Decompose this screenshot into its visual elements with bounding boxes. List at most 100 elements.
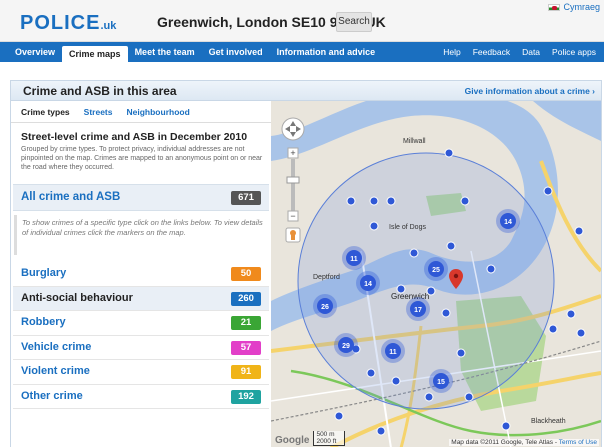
all-crime-count: 671 <box>231 191 261 205</box>
cluster-count: 17 <box>414 307 422 314</box>
google-logo: Google <box>275 435 310 446</box>
tab-crime-types[interactable]: Crime types <box>21 107 70 117</box>
crime-marker <box>369 221 379 231</box>
cluster-count: 11 <box>350 256 358 263</box>
welsh-flag-icon <box>548 3 561 11</box>
language-link[interactable]: Cymraeg <box>548 2 600 12</box>
crime-cluster[interactable]: 11 <box>381 339 405 363</box>
main-nav: Overview Crime maps Meet the team Get in… <box>0 42 604 62</box>
nav-meet-the-team[interactable]: Meet the team <box>128 42 202 62</box>
crime-marker <box>464 392 474 402</box>
pan-control[interactable] <box>281 117 305 141</box>
crime-cluster[interactable]: 17 <box>406 297 430 321</box>
category-count: 260 <box>231 291 261 306</box>
crime-marker <box>446 241 456 251</box>
all-crime-label: All crime and ASB <box>21 191 121 203</box>
scale-metric: 500 m <box>316 431 335 438</box>
crime-cluster[interactable]: 11 <box>342 246 366 270</box>
crime-marker <box>376 426 386 436</box>
crime-marker <box>396 284 406 294</box>
instruction-note: To show crimes of a specific type click … <box>14 215 268 255</box>
attribution-text: Map data ©2011 Google, Tele Atlas - <box>451 439 559 446</box>
category-row-violent-crime[interactable]: Violent crime 91 <box>13 360 269 385</box>
crime-marker <box>460 196 470 206</box>
nav-get-involved[interactable]: Get involved <box>202 42 270 62</box>
crime-marker <box>501 421 511 431</box>
crime-marker <box>386 196 396 206</box>
intro-block: Street-level crime and ASB in December 2… <box>21 131 266 172</box>
crime-marker <box>543 186 553 196</box>
crime-map[interactable]: + − Millwall Isle of Dogs Greenwich Dept… <box>271 101 601 447</box>
cluster-count: 11 <box>389 349 397 356</box>
cluster-count: 26 <box>321 304 329 311</box>
crime-panel: Crime and ASB in this area Give informat… <box>10 80 602 447</box>
crime-marker <box>456 348 466 358</box>
category-row-other-crime[interactable]: Other crime 192 <box>13 385 269 409</box>
police-logo[interactable]: POLICE.uk <box>20 12 116 35</box>
category-row-burglary[interactable]: Burglary 50 <box>13 262 269 287</box>
category-count: 192 <box>231 389 261 404</box>
crime-marker <box>391 376 401 386</box>
panel-header: Crime and ASB in this area Give informat… <box>11 81 601 101</box>
search-radius <box>297 152 555 410</box>
crime-marker <box>366 368 376 378</box>
nav-police-apps[interactable]: Police apps <box>546 42 602 62</box>
category-row-anti-social-behaviour[interactable]: Anti-social behaviour 260 <box>13 286 269 311</box>
svg-text:−: − <box>290 211 295 221</box>
category-row-robbery[interactable]: Robbery 21 <box>13 311 269 336</box>
category-list: Burglary 50 Anti-social behaviour 260 Ro… <box>13 262 269 409</box>
nav-help[interactable]: Help <box>437 42 466 62</box>
street-view-pegman-icon[interactable] <box>285 227 301 243</box>
category-label: Violent crime <box>21 365 90 377</box>
give-info-link[interactable]: Give information about a crime › <box>465 86 595 96</box>
nav-crime-maps[interactable]: Crime maps <box>62 46 128 62</box>
crime-marker <box>576 328 586 338</box>
svg-text:+: + <box>290 148 295 158</box>
crime-cluster[interactable]: 25 <box>424 257 448 281</box>
tab-streets[interactable]: Streets <box>84 107 113 117</box>
crime-marker <box>334 411 344 421</box>
crime-marker <box>444 148 454 158</box>
crime-marker <box>426 286 436 296</box>
nav-information-advice[interactable]: Information and advice <box>270 42 383 62</box>
crime-cluster[interactable]: 15 <box>429 369 453 393</box>
category-label: Burglary <box>21 267 67 279</box>
place-label-isle-of-dogs: Isle of Dogs <box>389 224 426 231</box>
crime-cluster[interactable]: 29 <box>334 333 358 357</box>
logo-suffix: .uk <box>100 20 117 32</box>
nav-data[interactable]: Data <box>516 42 546 62</box>
crime-marker <box>566 309 576 319</box>
cluster-count: 29 <box>342 343 350 350</box>
all-crime-row[interactable]: All crime and ASB 671 <box>13 184 269 211</box>
category-label: Anti-social behaviour <box>21 291 133 304</box>
category-count: 57 <box>231 340 261 355</box>
category-label: Other crime <box>21 389 83 402</box>
crime-cluster[interactable]: 14 <box>356 271 380 295</box>
search-button[interactable]: Search <box>336 12 372 32</box>
crime-marker <box>346 196 356 206</box>
category-count: 50 <box>231 267 261 281</box>
crime-marker <box>486 264 496 274</box>
nav-feedback[interactable]: Feedback <box>467 42 516 62</box>
place-label-deptford: Deptford <box>313 274 340 281</box>
category-label: Vehicle crime <box>21 340 92 353</box>
nav-overview[interactable]: Overview <box>8 42 62 62</box>
intro-title: Street-level crime and ASB in December 2… <box>21 131 248 143</box>
site-header: POLICE.uk Greenwich, London SE10 9JW, UK… <box>0 0 604 42</box>
map-canvas[interactable]: + − Millwall Isle of Dogs Greenwich Dept… <box>271 101 601 447</box>
scale-imperial: 2000 ft <box>316 438 337 445</box>
category-row-vehicle-crime[interactable]: Vehicle crime 57 <box>13 336 269 360</box>
tab-neighbourhood[interactable]: Neighbourhood <box>127 107 190 117</box>
terms-link[interactable]: Terms of Use <box>559 439 597 446</box>
category-label: Robbery <box>21 316 66 328</box>
intro-body: Grouped by crime types. To protect priva… <box>21 146 263 171</box>
crime-cluster[interactable]: 14 <box>496 209 520 233</box>
crime-sidebar: Crime types Streets Neighbourhood Street… <box>11 101 271 447</box>
cluster-count: 14 <box>364 281 372 288</box>
panel-title: Crime and ASB in this area <box>23 84 177 98</box>
crime-marker <box>369 196 379 206</box>
zoom-control[interactable]: + − <box>286 147 300 222</box>
place-label-blackheath: Blackheath <box>531 418 566 425</box>
crime-cluster[interactable]: 26 <box>313 294 337 318</box>
cluster-count: 25 <box>432 267 440 274</box>
